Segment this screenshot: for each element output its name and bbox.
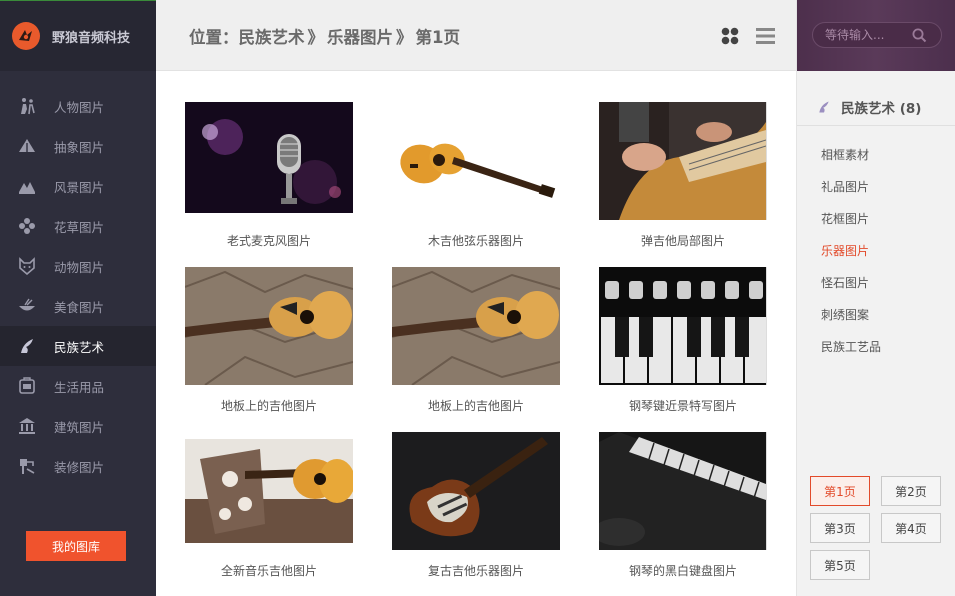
search-icon[interactable]	[912, 28, 927, 43]
page-5-button[interactable]: 第5页	[810, 550, 870, 580]
grid-view-icon[interactable]	[721, 27, 739, 45]
search-input[interactable]	[825, 27, 915, 43]
gallery-card[interactable]: 钢琴的黑白键盘图片	[599, 432, 767, 578]
image-caption[interactable]: 地板上的吉他图片	[392, 397, 560, 414]
decoration-icon	[18, 457, 36, 475]
flower-icon	[18, 217, 36, 235]
subcategory-instruments[interactable]: 乐器图片	[821, 234, 881, 266]
breadcrumb-prefix: 位置：	[189, 28, 239, 47]
brand: 野狼音频科技	[0, 0, 156, 71]
subcategory-gifts[interactable]: 礼品图片	[821, 170, 881, 202]
sidebar-item-animals[interactable]: 动物图片	[0, 246, 156, 286]
sidebar-item-label: 美食图片	[54, 299, 105, 315]
gallery-card[interactable]: 地板上的吉他图片	[185, 267, 353, 413]
brand-name: 野狼音频科技	[52, 30, 131, 46]
gallery-card[interactable]: 复古吉他乐器图片	[392, 432, 560, 578]
thumbnail-image[interactable]	[599, 432, 767, 550]
image-caption[interactable]: 复古吉他乐器图片	[392, 562, 560, 579]
thumbnail-image[interactable]	[185, 439, 353, 543]
abstract-icon	[18, 137, 36, 155]
image-caption[interactable]: 木吉他弦乐器图片	[392, 232, 560, 249]
breadcrumb-link-instruments[interactable]: 乐器图片	[327, 24, 393, 48]
list-view-icon[interactable]	[756, 27, 775, 45]
sidebar-item-flowers[interactable]: 花草图片	[0, 206, 156, 246]
breadcrumb-current-page: 第1页	[415, 28, 460, 47]
sidebar-item-daily-goods[interactable]: 生活用品	[0, 366, 156, 406]
sidebar-item-ethnic-art[interactable]: 民族艺术	[0, 326, 156, 366]
sidebar-item-people[interactable]: 人物图片	[0, 86, 156, 126]
food-icon	[18, 297, 36, 315]
sidebar-item-label: 人物图片	[54, 99, 105, 115]
image-caption[interactable]: 钢琴键近景特写图片	[599, 397, 767, 414]
person-icon	[18, 97, 36, 115]
search-area	[797, 0, 955, 71]
sidebar-item-label: 生活用品	[54, 379, 105, 395]
sidebar-item-label: 建筑图片	[54, 419, 105, 435]
sidebar-item-label: 装修图片	[54, 459, 105, 475]
sidebar-item-decoration[interactable]: 装修图片	[0, 446, 156, 486]
gallery-card[interactable]: 地板上的吉他图片	[392, 267, 560, 413]
sidebar-item-buildings[interactable]: 建筑图片	[0, 406, 156, 446]
wolf-logo-icon	[12, 22, 40, 50]
building-icon	[18, 417, 36, 435]
daily-goods-icon	[18, 377, 36, 395]
page-4-button[interactable]: 第4页	[881, 513, 941, 543]
breadcrumb: 位置： 民族艺术 》 乐器图片 》 第1页	[189, 24, 460, 48]
thumbnail-image[interactable]	[599, 267, 767, 385]
thumbnail-image[interactable]	[185, 267, 353, 385]
subcategory-list: 相框素材 礼品图片 花框图片 乐器图片 怪石图片 刺绣图案 民族工艺品	[821, 138, 881, 362]
gallery-card[interactable]: 老式麦克风图片	[185, 102, 353, 248]
category-header: 民族艺术 (8)	[797, 88, 955, 126]
sidebar: 野狼音频科技 人物图片 抽象图片 风景图片 花草图片 动物图片 美食图片 民族艺…	[0, 0, 156, 596]
animal-icon	[18, 257, 36, 275]
thumbnail-image[interactable]	[185, 102, 353, 213]
page-2-button[interactable]: 第2页	[881, 476, 941, 506]
gallery-card[interactable]: 木吉他弦乐器图片	[392, 102, 560, 248]
gallery-card[interactable]: 钢琴键近景特写图片	[599, 267, 767, 413]
category-nav: 人物图片 抽象图片 风景图片 花草图片 动物图片 美食图片 民族艺术 生活用品	[0, 86, 156, 486]
sidebar-item-landscape[interactable]: 风景图片	[0, 166, 156, 206]
subcategory-crafts[interactable]: 民族工艺品	[821, 330, 881, 362]
header: 位置： 民族艺术 》 乐器图片 》 第1页	[156, 0, 796, 71]
my-library-button[interactable]: 我的图库	[26, 531, 126, 561]
image-caption[interactable]: 全新音乐吉他图片	[185, 562, 353, 579]
sidebar-item-label: 风景图片	[54, 179, 105, 195]
sidebar-item-label: 花草图片	[54, 219, 105, 235]
right-panel: 民族艺术 (8) 相框素材 礼品图片 花框图片 乐器图片 怪石图片 刺绣图案 民…	[796, 0, 955, 596]
thumbnail-image[interactable]	[392, 102, 560, 220]
breadcrumb-link-ethnic-art[interactable]: 民族艺术	[239, 24, 305, 48]
subcategory-rocks[interactable]: 怪石图片	[821, 266, 881, 298]
sidebar-item-food[interactable]: 美食图片	[0, 286, 156, 326]
ethnic-art-icon	[819, 101, 829, 112]
thumbnail-image[interactable]	[392, 267, 560, 385]
image-caption[interactable]: 地板上的吉他图片	[185, 397, 353, 414]
thumbnail-image[interactable]	[599, 102, 767, 220]
search-box	[812, 22, 942, 48]
sidebar-item-label: 民族艺术	[54, 339, 105, 355]
subcategory-flower-frames[interactable]: 花框图片	[821, 202, 881, 234]
breadcrumb-separator: 》	[307, 28, 325, 47]
category-title: 民族艺术 (8)	[841, 100, 922, 117]
breadcrumb-separator: 》	[396, 28, 413, 47]
subcategory-frames[interactable]: 相框素材	[821, 138, 881, 170]
thumbnail-image[interactable]	[392, 432, 560, 550]
gallery-card[interactable]: 弹吉他局部图片	[599, 102, 767, 248]
sidebar-item-abstract[interactable]: 抽象图片	[0, 126, 156, 166]
subcategory-embroidery[interactable]: 刺绣图案	[821, 298, 881, 330]
page-3-button[interactable]: 第3页	[810, 513, 870, 543]
image-caption[interactable]: 老式麦克风图片	[185, 232, 353, 249]
ethnic-art-icon	[18, 337, 36, 355]
gallery-card[interactable]: 全新音乐吉他图片	[185, 439, 353, 578]
landscape-icon	[18, 177, 36, 195]
image-caption[interactable]: 钢琴的黑白键盘图片	[599, 562, 767, 579]
sidebar-item-label: 动物图片	[54, 259, 105, 275]
page-1-button[interactable]: 第1页	[810, 476, 870, 506]
sidebar-item-label: 抽象图片	[54, 139, 105, 155]
image-caption[interactable]: 弹吉他局部图片	[599, 232, 767, 249]
